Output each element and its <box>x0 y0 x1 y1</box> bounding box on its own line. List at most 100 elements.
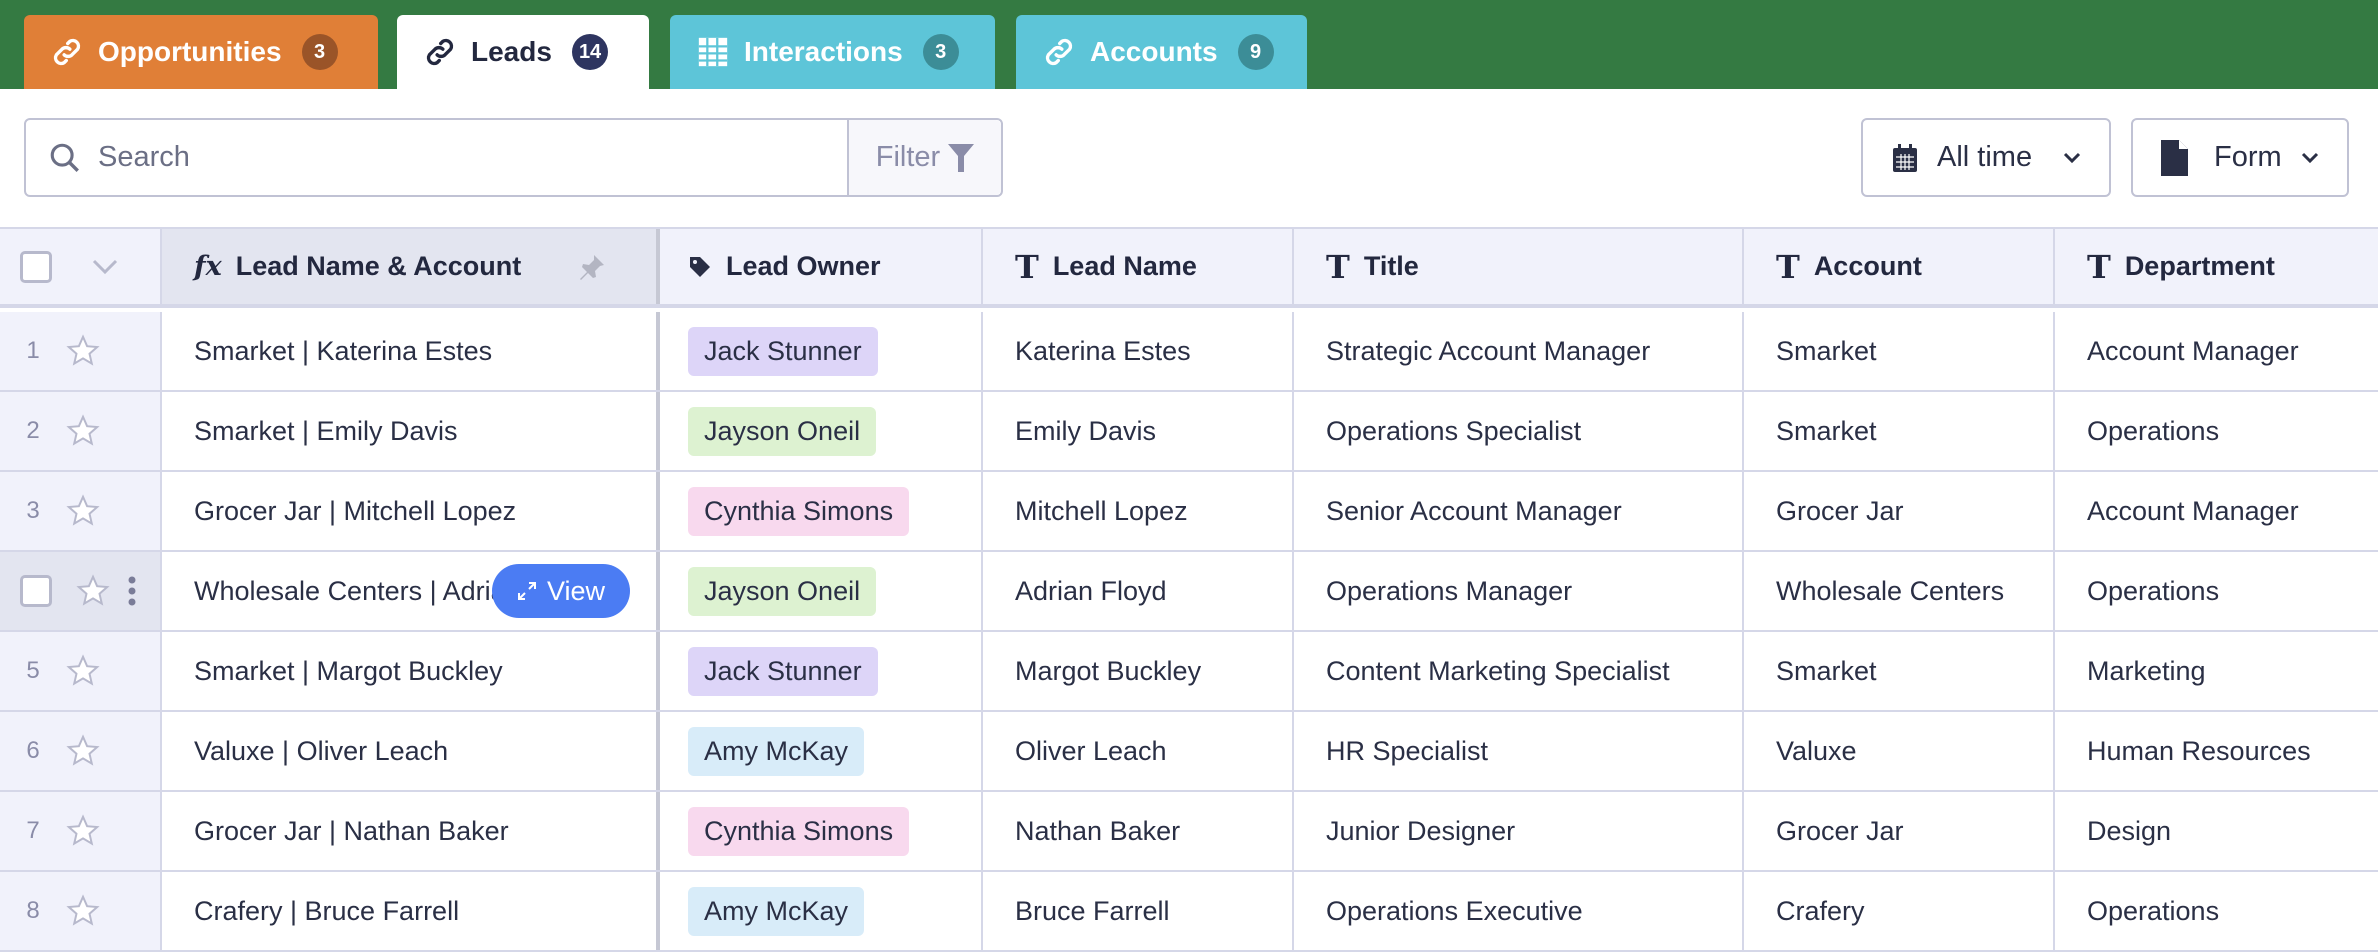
cell-account[interactable]: Valuxe <box>1744 712 2055 790</box>
cell-department[interactable]: Operations <box>2055 872 2378 950</box>
star-icon[interactable] <box>66 734 100 768</box>
link-icon <box>1045 38 1073 66</box>
column-header-title[interactable]: T Title <box>1294 229 1744 304</box>
table-row[interactable]: 3 Grocer Jar | Mitchell Lopez Cynthia Simo… <box>0 472 2378 552</box>
cell-text: Smarket | Margot Buckley <box>194 655 503 686</box>
table-row[interactable]: 6 Valuxe | Oliver Leach Amy McKay Oliver Le… <box>0 712 2378 792</box>
pin-icon[interactable] <box>578 253 606 281</box>
cell-account[interactable]: Wholesale Centers <box>1744 552 2055 630</box>
cell-lead-owner[interactable]: Cynthia Simons <box>660 792 983 870</box>
cell-department[interactable]: Human Resources <box>2055 712 2378 790</box>
star-icon[interactable] <box>66 894 100 928</box>
cell-lead-name-account[interactable]: Smarket | Katerina Estes <box>162 312 660 390</box>
expand-icon <box>517 582 536 600</box>
row-checkbox[interactable] <box>20 575 52 607</box>
cell-title[interactable]: HR Specialist <box>1294 712 1744 790</box>
tab-accounts[interactable]: Accounts 9 <box>1016 15 1307 89</box>
cell-lead-name-account[interactable]: Smarket | Margot Buckley <box>162 632 660 710</box>
star-icon[interactable] <box>66 334 100 368</box>
cell-account[interactable]: Smarket <box>1744 312 2055 390</box>
cell-title[interactable]: Operations Executive <box>1294 872 1744 950</box>
table-row[interactable]: Wholesale Centers | Adrian Floyd View Jays… <box>0 552 2378 632</box>
cell-lead-name[interactable]: Nathan Baker <box>983 792 1294 870</box>
tab-interactions[interactable]: Interactions 3 <box>670 15 995 89</box>
column-header-account[interactable]: T Account <box>1744 229 2055 304</box>
cell-department[interactable]: Account Manager <box>2055 472 2378 550</box>
cell-lead-name-account[interactable]: Grocer Jar | Mitchell Lopez <box>162 472 660 550</box>
star-icon[interactable] <box>66 494 100 528</box>
tab-leads[interactable]: Leads 14 <box>397 15 649 89</box>
table-row[interactable]: 2 Smarket | Emily Davis Jayson Oneil Emily … <box>0 392 2378 472</box>
cell-lead-owner[interactable]: Jayson Oneil <box>660 392 983 470</box>
table-row[interactable]: 7 Grocer Jar | Nathan Baker Cynthia Simons… <box>0 792 2378 872</box>
more-options-icon[interactable] <box>128 575 136 607</box>
cell-lead-name-account[interactable]: Smarket | Emily Davis <box>162 392 660 470</box>
cell-lead-owner[interactable]: Jayson Oneil <box>660 552 983 630</box>
cell-title[interactable]: Junior Designer <box>1294 792 1744 870</box>
form-dropdown[interactable]: Form <box>2131 118 2349 197</box>
column-header-lead-owner[interactable]: Lead Owner <box>660 229 983 304</box>
chevron-down-icon[interactable] <box>92 259 118 275</box>
cell-lead-name[interactable]: Emily Davis <box>983 392 1294 470</box>
cell-lead-name[interactable]: Mitchell Lopez <box>983 472 1294 550</box>
view-button[interactable]: View <box>492 564 630 618</box>
select-all-checkbox[interactable] <box>20 250 52 283</box>
column-header-lead-name[interactable]: T Lead Name <box>983 229 1294 304</box>
row-number-cell: 2 <box>0 392 162 470</box>
cell-account[interactable]: Smarket <box>1744 392 2055 470</box>
column-header-department[interactable]: T Department <box>2055 229 2378 304</box>
table-row[interactable]: 1 Smarket | Katerina Estes Jack Stunner Kat… <box>0 312 2378 392</box>
star-icon[interactable] <box>66 414 100 448</box>
cell-lead-name-account[interactable]: Valuxe | Oliver Leach <box>162 712 660 790</box>
cell-title[interactable]: Operations Manager <box>1294 552 1744 630</box>
cell-text: Smarket | Katerina Estes <box>194 335 493 366</box>
owner-tag: Jack Stunner <box>688 326 878 376</box>
cell-account[interactable]: Smarket <box>1744 632 2055 710</box>
table-icon <box>698 37 728 67</box>
cell-text: Nathan Baker <box>1015 815 1181 846</box>
tab-label: Interactions <box>744 36 903 67</box>
cell-lead-name[interactable]: Oliver Leach <box>983 712 1294 790</box>
tab-label: Opportunities <box>98 36 282 67</box>
cell-lead-name-account[interactable]: Wholesale Centers | Adrian Floyd View <box>162 552 660 630</box>
cell-department[interactable]: Design <box>2055 792 2378 870</box>
row-number: 8 <box>26 897 40 924</box>
star-icon[interactable] <box>66 654 100 688</box>
column-label: Lead Name <box>1052 251 1197 281</box>
cell-lead-owner[interactable]: Jack Stunner <box>660 632 983 710</box>
star-icon[interactable] <box>66 814 100 848</box>
cell-lead-name[interactable]: Katerina Estes <box>983 312 1294 390</box>
cell-title[interactable]: Content Marketing Specialist <box>1294 632 1744 710</box>
tab-opportunities[interactable]: Opportunities 3 <box>24 15 378 89</box>
cell-lead-owner[interactable]: Jack Stunner <box>660 312 983 390</box>
cell-lead-name-account[interactable]: Crafery | Bruce Farrell <box>162 872 660 950</box>
cell-account[interactable]: Grocer Jar <box>1744 472 2055 550</box>
cell-account[interactable]: Grocer Jar <box>1744 792 2055 870</box>
search-input[interactable]: Search Filter <box>24 118 1003 197</box>
cell-lead-name[interactable]: Margot Buckley <box>983 632 1294 710</box>
table-row[interactable]: 5 Smarket | Margot Buckley Jack Stunner Mar… <box>0 632 2378 712</box>
star-icon[interactable] <box>76 574 110 608</box>
cell-lead-owner[interactable]: Amy McKay <box>660 872 983 950</box>
cell-text: Marketing <box>2087 655 2206 686</box>
cell-text: Operations <box>2087 575 2220 606</box>
cell-lead-name-account[interactable]: Grocer Jar | Nathan Baker <box>162 792 660 870</box>
cell-title[interactable]: Operations Specialist <box>1294 392 1744 470</box>
table-row[interactable]: 8 Crafery | Bruce Farrell Amy McKay Bruce F… <box>0 872 2378 952</box>
cell-lead-owner[interactable]: Cynthia Simons <box>660 472 983 550</box>
row-number-cell: 6 <box>0 712 162 790</box>
column-label: Lead Name & Account <box>235 251 522 281</box>
cell-title[interactable]: Strategic Account Manager <box>1294 312 1744 390</box>
cell-title[interactable]: Senior Account Manager <box>1294 472 1744 550</box>
column-header-lead-name-account[interactable]: fx Lead Name & Account <box>162 229 660 304</box>
cell-lead-name[interactable]: Bruce Farrell <box>983 872 1294 950</box>
filter-button[interactable]: Filter <box>847 120 1001 195</box>
cell-department[interactable]: Account Manager <box>2055 312 2378 390</box>
cell-account[interactable]: Crafery <box>1744 872 2055 950</box>
cell-lead-name[interactable]: Adrian Floyd <box>983 552 1294 630</box>
date-range-dropdown[interactable]: All time <box>1861 118 2111 197</box>
cell-department[interactable]: Operations <box>2055 552 2378 630</box>
cell-lead-owner[interactable]: Amy McKay <box>660 712 983 790</box>
cell-department[interactable]: Marketing <box>2055 632 2378 710</box>
cell-department[interactable]: Operations <box>2055 392 2378 470</box>
